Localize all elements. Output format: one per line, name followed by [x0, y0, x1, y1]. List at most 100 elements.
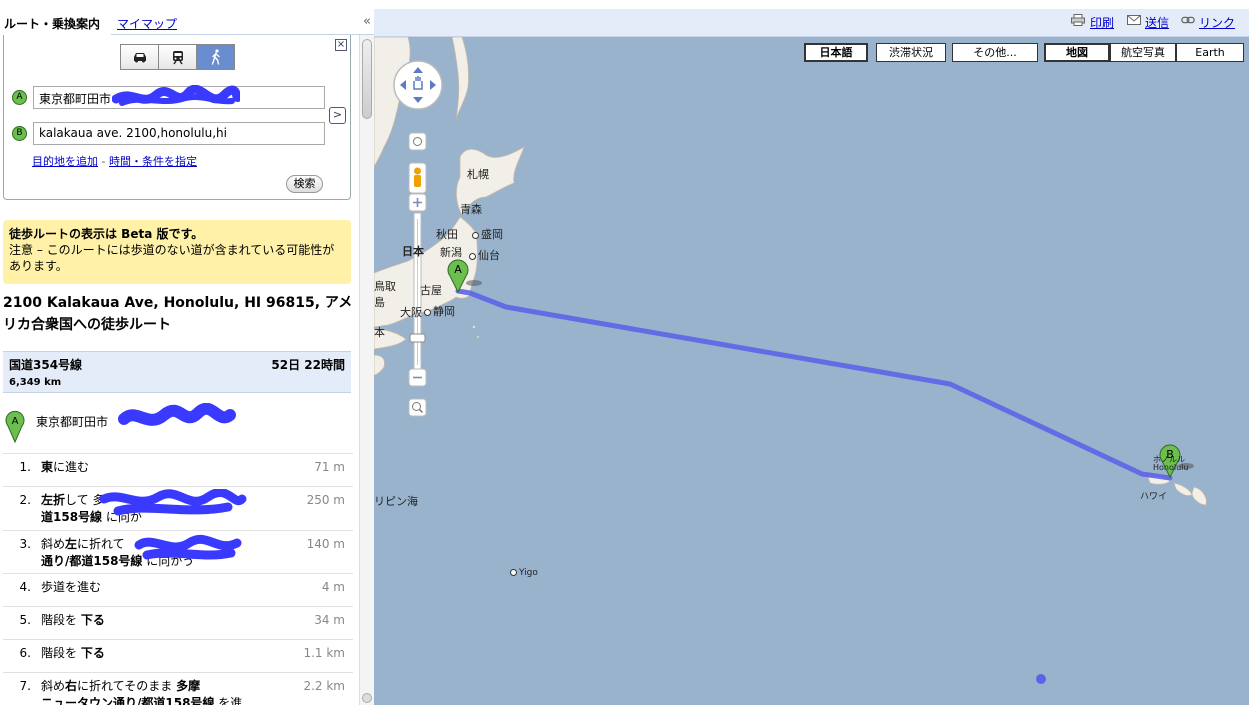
route-steps: 1. 東に進む 71 m 2. 左折して 多 道158号線 に向か 250 m 3. 斜め左に… — [3, 453, 353, 705]
step-number: 2. — [19, 493, 31, 507]
summary-distance: 6,349 km — [9, 377, 62, 388]
reset-view-button — [408, 132, 427, 151]
step-instruction: 東に進む — [41, 460, 90, 474]
scrollbar-thumb[interactable] — [362, 39, 372, 119]
end-point-badge: B — [12, 126, 27, 141]
route-summary[interactable]: 国道354号線 52日 22時間 6,349 km — [3, 351, 351, 393]
step-number: 7. — [19, 679, 31, 693]
izu-island — [472, 325, 476, 329]
reverse-route-button[interactable]: > — [329, 107, 346, 124]
step-instruction: 階段を 下る — [41, 613, 105, 627]
collapse-sidebar-button[interactable]: « — [360, 14, 374, 30]
start-address-value: 東京都町田市 — [39, 92, 112, 106]
tab-route[interactable]: ルート・乗換案内 — [0, 13, 111, 35]
send-link[interactable]: 送信 — [1145, 14, 1169, 31]
add-destination-link[interactable]: 目的地を追加 — [32, 155, 98, 168]
ocean — [374, 37, 1249, 705]
mode-car-button[interactable] — [121, 45, 159, 69]
notice-body: 注意 – このルートには歩道のない道が含まれている可能性があります。 — [9, 243, 335, 273]
redaction-scribble — [118, 403, 236, 426]
route-step[interactable]: 7. 斜め右に折れてそのまま 多摩 ニュータウン通り/都道158号線 を進 2.2 k… — [3, 672, 353, 705]
place-shima: 島 — [374, 296, 385, 309]
place-honolulu-en: Honolulu — [1153, 463, 1189, 472]
route-form: × A 東京都町田市 B kalakaua ave. 2100,honolulu… — [3, 35, 351, 200]
step-number: 3. — [19, 537, 31, 551]
travel-mode-group — [120, 44, 235, 70]
step-number: 1. — [19, 460, 31, 474]
print-link[interactable]: 印刷 — [1090, 14, 1114, 31]
place-japan: 日本 — [402, 245, 424, 258]
step-distance: 2.2 km — [303, 679, 345, 693]
step-distance: 71 m — [314, 460, 345, 474]
step-instruction: 階段を 下る — [41, 646, 105, 660]
place-akita: 秋田 — [436, 228, 458, 241]
zoom-box-button — [408, 398, 427, 417]
place-yigo: Yigo — [510, 568, 538, 578]
scrollbar-arrow[interactable] — [362, 693, 372, 703]
place-hon: 本 — [374, 326, 385, 339]
language-button[interactable]: 日本語 — [804, 43, 868, 62]
redaction-scribble — [112, 85, 240, 106]
route-step[interactable]: 1. 東に進む 71 m — [3, 453, 353, 486]
start-marker-label: A — [12, 416, 19, 427]
start-marker-letter: A — [454, 263, 462, 276]
place-philippine-sea: リピン海 — [374, 495, 418, 508]
sidebar: ルート・乗換案内 マイマップ « × A 東京都町田市 B kalakaua a… — [0, 0, 374, 705]
more-button[interactable]: その他... — [952, 43, 1038, 62]
step-distance: 1.1 km — [303, 646, 345, 660]
route-step[interactable]: 4. 歩道を進む 4 m — [3, 573, 353, 606]
place-niigata: 新潟 — [440, 246, 462, 259]
summary-duration: 52日 22時間 — [271, 358, 345, 372]
pegman-icon — [414, 167, 421, 175]
place-shizuoka: 静岡 — [424, 303, 455, 319]
search-button[interactable]: 検索 — [286, 175, 323, 193]
map-panel: 印刷 送信 リンク A B 日本語 渋滞状況 その他... 地図 航空写真 Ea… — [374, 0, 1249, 705]
redaction-scribble — [134, 534, 242, 560]
place-aomori: 青森 — [460, 203, 482, 216]
link-separator: - — [101, 155, 106, 168]
traffic-button[interactable]: 渋滞状況 — [876, 43, 946, 62]
time-options-link[interactable]: 時間・条件を指定 — [109, 155, 197, 168]
step-distance: 140 m — [306, 537, 345, 551]
step-number: 5. — [19, 613, 31, 627]
map-canvas[interactable]: A B — [374, 37, 1249, 705]
link-link[interactable]: リンク — [1199, 14, 1235, 31]
map-topbar-strip — [374, 9, 1249, 37]
walk-icon — [211, 49, 220, 65]
link-icon — [1181, 16, 1195, 24]
place-sendai: 仙台 — [469, 247, 500, 263]
route-step[interactable]: 5. 階段を 下る 34 m — [3, 606, 353, 639]
step-number: 6. — [19, 646, 31, 660]
route-step[interactable]: 6. 階段を 下る 1.1 km — [3, 639, 353, 672]
route-step[interactable]: 3. 斜め左に折れて 通り/都道158号線 に向かう 140 m — [3, 530, 353, 573]
step-distance: 4 m — [321, 580, 345, 594]
redaction-scribble — [99, 489, 247, 516]
map-type-earth-button[interactable]: Earth — [1176, 43, 1244, 62]
place-tottori: 鳥取 — [374, 280, 396, 293]
end-address-input[interactable]: kalakaua ave. 2100,honolulu,hi — [33, 122, 325, 145]
start-location-row[interactable]: A 東京都町田市 — [3, 403, 351, 449]
sidebar-scrollbar[interactable] — [359, 35, 374, 705]
tab-mymaps[interactable]: マイマップ — [117, 15, 177, 32]
mode-walk-button[interactable] — [197, 45, 234, 69]
pan-control[interactable] — [393, 60, 443, 110]
step-instruction: 斜め右に折れてそのまま 多摩 ニュータウン通り/都道158号線 を進 — [41, 679, 243, 705]
place-osaka: 大阪 — [400, 306, 422, 319]
mode-train-button[interactable] — [159, 45, 197, 69]
zoom-slider-handle — [409, 333, 426, 343]
map-topbar: 印刷 送信 リンク — [374, 0, 1249, 37]
step-number: 4. — [19, 580, 31, 594]
sidebar-tabs: ルート・乗換案内 マイマップ « — [0, 9, 374, 35]
place-nagoya: 古屋 — [420, 284, 442, 297]
beta-notice: 徒歩ルートの表示は Beta 版です。 注意 – このルートには歩道のない道が含… — [3, 220, 351, 284]
place-sapporo: 札幌 — [467, 168, 489, 181]
route-step[interactable]: 2. 左折して 多 道158号線 に向か 250 m — [3, 486, 353, 530]
start-point-badge: A — [12, 90, 27, 105]
izu-island — [476, 335, 480, 339]
step-distance: 250 m — [306, 493, 345, 507]
map-type-satellite-button[interactable]: 航空写真 — [1110, 43, 1176, 62]
car-icon — [133, 53, 146, 63]
start-marker-icon: A — [5, 410, 25, 443]
close-form-button[interactable]: × — [335, 39, 347, 51]
map-type-map-button[interactable]: 地図 — [1044, 43, 1110, 62]
